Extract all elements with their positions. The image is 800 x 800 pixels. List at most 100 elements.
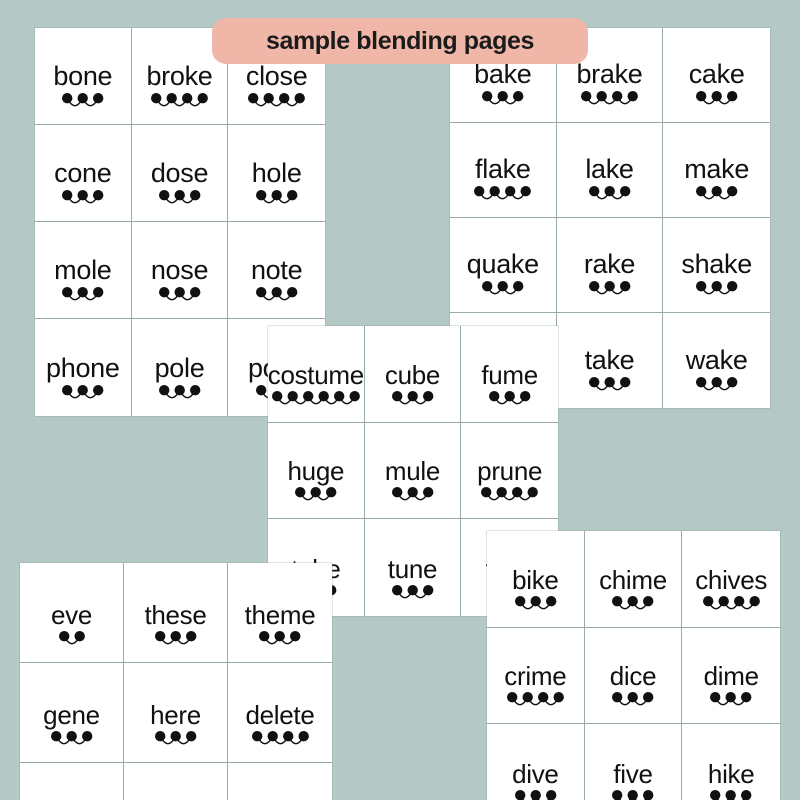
word-card[interactable]: nose <box>131 222 229 319</box>
word-card[interactable]: hike <box>682 724 780 800</box>
blending-marks <box>479 486 540 512</box>
word-card[interactable]: hole <box>228 125 325 222</box>
blending-marks <box>293 486 338 512</box>
word-card[interactable]: lake <box>556 123 664 218</box>
blending-marks <box>149 92 210 118</box>
blending-marks <box>587 185 632 211</box>
word-card[interactable]: chives <box>682 531 780 628</box>
word-card-label: five <box>613 758 653 789</box>
word-card-label: flake <box>475 154 531 184</box>
word-card[interactable]: pole <box>132 319 229 416</box>
word-card-label: cube <box>384 359 441 390</box>
word-card[interactable]: cube <box>364 326 462 423</box>
word-card-label: gene <box>43 700 100 730</box>
word-card[interactable]: rake <box>556 218 664 313</box>
word-card[interactable] <box>20 763 124 800</box>
word-card-label: mule <box>384 456 441 487</box>
word-card[interactable]: mole <box>35 222 132 319</box>
word-card[interactable]: delete <box>228 663 332 763</box>
blending-marks <box>587 280 632 306</box>
blending-marks <box>472 185 533 211</box>
word-card-label: nose <box>150 255 209 285</box>
blending-marks <box>153 630 198 656</box>
word-card[interactable]: fume <box>461 326 558 423</box>
word-card[interactable]: eve <box>20 563 124 663</box>
blending-marks <box>610 691 655 717</box>
word-card-label: tune <box>387 553 438 584</box>
word-card[interactable]: bone <box>35 28 132 125</box>
worksheet-collage: bone broke close cone dose hole mole nose note ph… <box>0 0 800 800</box>
blending-marks <box>579 90 640 116</box>
word-card[interactable]: cone <box>35 125 132 222</box>
word-card[interactable]: theme <box>228 563 332 663</box>
word-card[interactable]: cake <box>663 28 770 123</box>
word-card-label: dose <box>150 158 209 188</box>
word-card-label: costume <box>268 359 364 390</box>
word-card-label: huge <box>287 456 345 487</box>
blending-sheet-long-i[interactable]: bike chime chives crime dice dime dive five hike <box>487 531 780 800</box>
word-card[interactable] <box>228 763 332 800</box>
word-card-label: quake <box>466 249 539 279</box>
word-card[interactable]: five <box>585 724 683 800</box>
word-card-label: theme <box>244 600 316 630</box>
word-card[interactable]: dose <box>131 125 229 222</box>
word-card[interactable]: huge <box>268 422 365 520</box>
blending-marks <box>390 584 435 610</box>
word-card[interactable]: dime <box>682 628 780 725</box>
word-card-label: delete <box>245 700 315 730</box>
word-card-label: rake <box>583 249 636 279</box>
sample-banner-text: sample blending pages <box>265 26 535 55</box>
blending-marks <box>487 390 532 416</box>
blending-marks <box>708 691 753 717</box>
word-card[interactable]: here <box>124 663 228 763</box>
blending-marks <box>708 789 753 800</box>
word-card-label: here <box>150 700 201 730</box>
word-card[interactable]: crime <box>487 627 585 725</box>
word-card[interactable]: prune <box>461 423 558 520</box>
word-card-label: phone <box>46 353 120 383</box>
word-card[interactable]: phone <box>35 319 132 416</box>
word-card-label: note <box>250 255 303 285</box>
word-card-label: lake <box>585 154 634 184</box>
word-card-label: cake <box>688 59 745 89</box>
blending-marks <box>157 189 202 215</box>
blending-marks <box>513 595 558 621</box>
word-card[interactable]: these <box>124 563 228 663</box>
blending-marks <box>60 92 105 118</box>
blending-marks <box>60 189 105 215</box>
word-card[interactable]: make <box>663 123 770 218</box>
blending-sheet-long-e[interactable]: eve these theme gene here delete <box>20 563 332 800</box>
word-card-label: crime <box>504 661 567 692</box>
word-card[interactable]: quake <box>450 218 557 313</box>
word-card[interactable]: flake <box>450 123 557 218</box>
word-card[interactable]: costume <box>268 326 365 423</box>
word-card-label: bone <box>53 61 113 91</box>
word-card[interactable]: dive <box>487 724 585 800</box>
word-card-label: fume <box>481 359 538 390</box>
word-card[interactable]: tune <box>365 519 462 616</box>
word-card-label: these <box>144 600 207 630</box>
word-card-label: cone <box>54 158 112 188</box>
word-card[interactable] <box>124 763 228 800</box>
word-card[interactable]: note <box>228 222 325 319</box>
blending-marks <box>60 384 105 410</box>
word-card[interactable]: bike <box>487 531 585 628</box>
word-card[interactable]: dice <box>584 627 683 725</box>
word-card-label: broke <box>146 61 213 91</box>
word-card-label: chives <box>695 564 768 595</box>
word-card[interactable]: mule <box>364 422 462 520</box>
blending-marks <box>701 595 762 621</box>
word-card[interactable]: take <box>557 313 664 408</box>
word-card[interactable]: wake <box>663 313 770 408</box>
word-card-label: bake <box>474 59 532 89</box>
word-card-label: hike <box>707 758 755 789</box>
word-card-label: take <box>584 345 635 375</box>
blending-marks <box>254 286 299 312</box>
blending-marks <box>250 730 311 756</box>
blending-marks <box>390 390 435 416</box>
word-card[interactable]: shake <box>663 218 770 313</box>
blending-marks <box>157 286 202 312</box>
word-card-label: close <box>245 61 308 91</box>
word-card[interactable]: gene <box>20 663 124 763</box>
word-card[interactable]: chime <box>584 531 683 628</box>
